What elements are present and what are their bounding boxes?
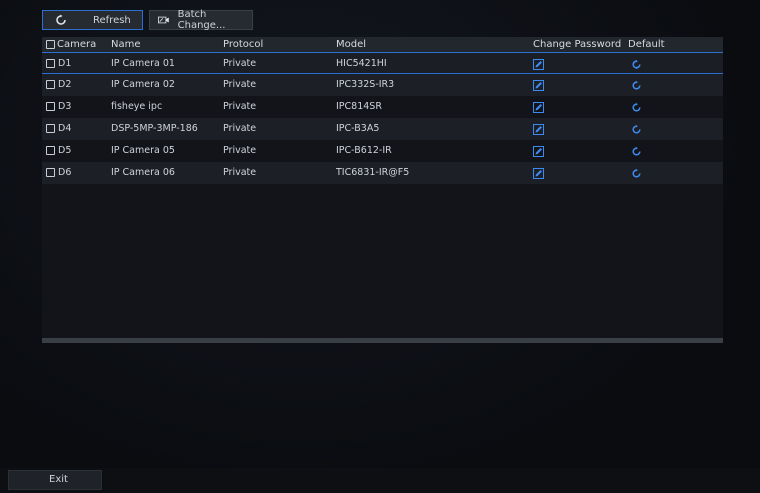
table-header: Camera Name Protocol Model Change Passwo… [42, 37, 723, 52]
cell-model: HIC5421HI [336, 58, 387, 69]
cell-name: IP Camera 05 [111, 145, 175, 156]
header-model: Model [336, 39, 367, 50]
restore-default-icon[interactable] [631, 146, 642, 157]
cell-camera: D3 [58, 101, 72, 112]
cell-name: IP Camera 06 [111, 167, 175, 178]
restore-default-icon[interactable] [631, 59, 642, 70]
table-row[interactable]: D1 IP Camera 01 Private HIC5421HI [42, 52, 723, 74]
cell-model: TIC6831-IR@F5 [336, 167, 410, 178]
cell-name: IP Camera 01 [111, 58, 175, 69]
table-row[interactable]: D3 fisheye ipc Private IPC814SR [42, 96, 723, 118]
cell-protocol: Private [223, 123, 257, 134]
restore-default-icon[interactable] [631, 80, 642, 91]
table-row[interactable]: D6 IP Camera 06 Private TIC6831-IR@F5 [42, 162, 723, 184]
edit-icon[interactable] [533, 124, 544, 135]
cell-protocol: Private [223, 58, 257, 69]
select-all-checkbox[interactable] [46, 40, 55, 49]
row-checkbox[interactable] [46, 168, 55, 177]
exit-button[interactable]: Exit [8, 470, 102, 490]
edit-icon[interactable] [533, 59, 544, 70]
refresh-icon [56, 14, 66, 25]
cell-protocol: Private [223, 145, 257, 156]
edit-icon[interactable] [533, 146, 544, 157]
cell-protocol: Private [223, 167, 257, 178]
toolbar: Refresh Batch Change... [42, 9, 253, 31]
row-checkbox[interactable] [46, 146, 55, 155]
cell-camera: D5 [58, 145, 72, 156]
row-checkbox[interactable] [46, 59, 55, 68]
row-checkbox[interactable] [46, 102, 55, 111]
restore-default-icon[interactable] [631, 102, 642, 113]
batch-change-button[interactable]: Batch Change... [149, 9, 253, 31]
cell-name: fisheye ipc [111, 101, 163, 112]
restore-default-icon[interactable] [631, 168, 642, 179]
edit-icon[interactable] [533, 102, 544, 113]
cell-name: DSP-5MP-3MP-186 [111, 123, 198, 134]
footer-bar [0, 468, 760, 493]
edit-icon[interactable] [533, 168, 544, 179]
camera-password-page: Refresh Batch Change... Camera Name Prot… [0, 0, 760, 493]
header-camera: Camera [57, 39, 97, 50]
cell-camera: D1 [58, 58, 72, 69]
table-row[interactable]: D4 DSP-5MP-3MP-186 Private IPC-B3A5 [42, 118, 723, 140]
cell-protocol: Private [223, 101, 257, 112]
refresh-button[interactable]: Refresh [42, 10, 143, 30]
refresh-label: Refresh [93, 14, 131, 26]
row-checkbox[interactable] [46, 124, 55, 133]
header-default: Default [628, 39, 665, 50]
camera-table: Camera Name Protocol Model Change Passwo… [42, 37, 723, 343]
table-row[interactable]: D5 IP Camera 05 Private IPC-B612-IR [42, 140, 723, 162]
cell-camera: D2 [58, 79, 72, 90]
table-row[interactable]: D2 IP Camera 02 Private IPC332S-IR3 [42, 74, 723, 96]
edit-icon[interactable] [533, 80, 544, 91]
camera-edit-icon [158, 16, 169, 24]
horizontal-scrollbar[interactable] [42, 338, 723, 343]
batch-change-label: Batch Change... [177, 9, 226, 31]
row-checkbox[interactable] [46, 80, 55, 89]
header-name: Name [111, 39, 141, 50]
cell-model: IPC-B612-IR [336, 145, 392, 156]
cell-model: IPC332S-IR3 [336, 79, 395, 90]
header-change-password: Change Password [533, 39, 622, 50]
cell-camera: D6 [58, 167, 72, 178]
cell-camera: D4 [58, 123, 72, 134]
restore-default-icon[interactable] [631, 124, 642, 135]
cell-model: IPC814SR [336, 101, 382, 112]
cell-model: IPC-B3A5 [336, 123, 380, 134]
header-protocol: Protocol [223, 39, 264, 50]
cell-name: IP Camera 02 [111, 79, 175, 90]
cell-protocol: Private [223, 79, 257, 90]
